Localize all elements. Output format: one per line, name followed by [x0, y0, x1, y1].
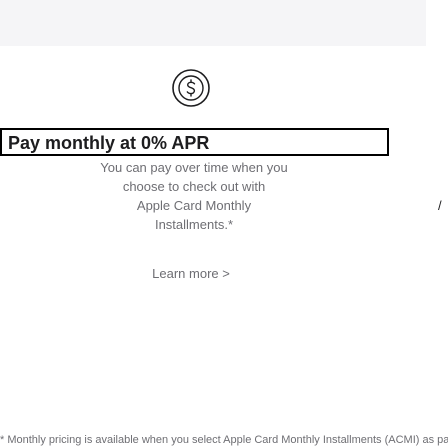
description-line: You can pay over time when you [100, 160, 288, 175]
description-line: choose to check out with [122, 179, 266, 194]
description-line: Apple Card Monthly [136, 198, 252, 213]
top-banner [0, 0, 426, 46]
dollar-circle-icon [172, 69, 210, 107]
footnote-text: * Monthly pricing is available when you … [0, 434, 448, 446]
learn-more-link[interactable]: Learn more > [0, 265, 382, 283]
headline-highlight-box: Pay monthly at 0% APR [0, 128, 389, 156]
feature-headline: Pay monthly at 0% APR [8, 133, 210, 153]
adjacent-column-fragment: / [438, 198, 442, 213]
description-line: Installments.* [154, 217, 234, 232]
feature-description: You can pay over time when you choose to… [0, 158, 388, 234]
